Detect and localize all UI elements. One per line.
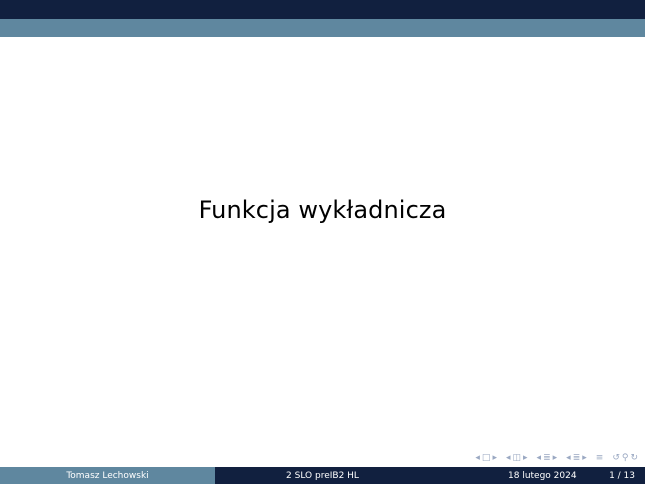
appendix-icon[interactable]: ≡: [596, 453, 604, 463]
footer: Tomasz Lechowski 2 SLO preIB2 HL 18 lute…: [0, 467, 645, 484]
search-navigation: ↺ ⚲ ↻: [611, 453, 639, 463]
section-icon[interactable]: ≣: [543, 453, 551, 463]
course-title: 2 SLO preIB2 HL: [286, 470, 359, 481]
author-name: Tomasz Lechowski: [66, 470, 149, 481]
header-bar-dark: [0, 0, 645, 19]
slide-title: Funkcja wykładnicza: [198, 196, 447, 224]
frame-next-icon[interactable]: ▸: [492, 453, 497, 463]
beamer-navigation-symbols: ◂ □ ▸ ◂ ◫ ▸ ◂ ≣ ▸ ◂ ≣ ▸ ≡ ↺ ⚲ ↻: [467, 451, 639, 465]
section-prev-icon[interactable]: ◂: [537, 453, 542, 463]
subsection-navigation: ◂ ◫ ▸: [505, 453, 529, 463]
subsection-next-icon[interactable]: ▸: [523, 453, 528, 463]
search-back-icon[interactable]: ↺: [612, 453, 620, 463]
subsection-prev-icon[interactable]: ◂: [506, 453, 511, 463]
footer-course: 2 SLO preIB2 HL: [215, 467, 430, 484]
subsection-icon[interactable]: ◫: [513, 453, 522, 463]
footer-info: 18 lutego 2024 1 / 13: [430, 467, 645, 484]
document-navigation: ◂ ≣ ▸: [565, 453, 588, 463]
frame-icon[interactable]: □: [482, 453, 491, 463]
appendix-navigation: ≡: [595, 453, 605, 463]
doc-prev-icon[interactable]: ◂: [566, 453, 571, 463]
doc-icon[interactable]: ≣: [573, 453, 581, 463]
date-label: 18 lutego 2024: [508, 470, 577, 481]
section-navigation: ◂ ≣ ▸: [536, 453, 559, 463]
doc-next-icon[interactable]: ▸: [582, 453, 587, 463]
footer-author: Tomasz Lechowski: [0, 467, 215, 484]
section-next-icon[interactable]: ▸: [553, 453, 558, 463]
search-forward-icon[interactable]: ↻: [630, 453, 638, 463]
search-icon[interactable]: ⚲: [622, 453, 629, 463]
page-number: 1 / 13: [609, 470, 635, 481]
frame-prev-icon[interactable]: ◂: [475, 453, 480, 463]
header-bar-light: [0, 19, 645, 37]
frame-navigation: ◂ □ ▸: [474, 453, 498, 463]
